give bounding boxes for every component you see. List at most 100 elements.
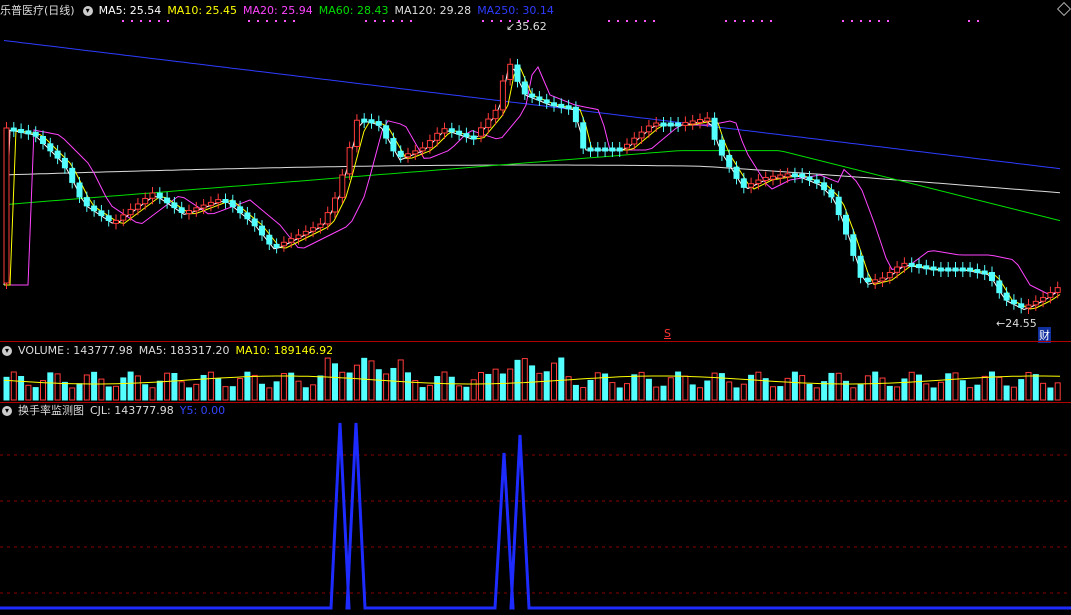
candle-body [1040, 297, 1047, 302]
ma-indicator: MA20: 25.94 [243, 4, 313, 17]
candle-body [587, 147, 594, 152]
candle-body [302, 230, 309, 236]
volume-bar [558, 357, 565, 401]
kline-pane[interactable]: 乐普医疗 (日线) ▾ MA5: 25.54 MA10: 25.45 MA20: 2… [0, 0, 1071, 343]
volume-bar [981, 375, 988, 401]
candle-body [317, 223, 324, 229]
volume-bar [324, 357, 331, 401]
low-price-label: ←24.55 [996, 317, 1037, 330]
candle-body [813, 179, 820, 184]
ma-indicator: MA120: 29.28 [394, 4, 472, 17]
candle-body [200, 204, 207, 209]
candle-body [244, 212, 251, 220]
candle-body [310, 227, 317, 232]
volume-bar [222, 386, 229, 401]
candle-body [762, 176, 769, 181]
candle-body [543, 99, 550, 104]
candle-body [405, 153, 411, 158]
candle-body [295, 234, 302, 239]
candle-body [959, 267, 966, 272]
volume-bar [397, 359, 404, 401]
candle-body [332, 197, 338, 213]
volume-bar [339, 371, 346, 401]
settings-circle-icon[interactable]: ▾ [82, 6, 93, 16]
turnover-signal-line [0, 422, 1071, 610]
candle-body [653, 122, 660, 127]
candle-body [353, 119, 360, 147]
volume-bar [69, 387, 76, 401]
candle-body [492, 109, 499, 120]
volume-bar [1003, 385, 1010, 401]
volume-bar [726, 381, 733, 401]
candle-body [69, 167, 76, 183]
settings-circle-icon[interactable]: ▾ [2, 406, 12, 416]
volume-bar [492, 368, 499, 401]
volume-bar [485, 373, 492, 401]
candle-body [981, 270, 988, 275]
candle-body [704, 117, 711, 122]
volume-bar [83, 374, 90, 401]
volume-bar [317, 375, 324, 401]
candle-body [1054, 287, 1061, 293]
top-dot-marker [626, 20, 628, 22]
ma-indicator: MA5: 25.54 [98, 4, 162, 17]
top-dot-marker [851, 20, 853, 22]
kline-chart[interactable] [0, 0, 1071, 342]
volume-bar [113, 385, 119, 401]
ma-line [3, 164, 1061, 194]
volume-bar [755, 371, 762, 401]
top-dot-marker [725, 20, 727, 22]
turnover-pane[interactable]: ▾ 换手率监测图 CJL: 143777.98 Y5: 0.00 [0, 403, 1071, 615]
volume-bar [967, 387, 974, 401]
candle-body [448, 128, 455, 133]
volume-bar [273, 381, 280, 401]
volume-bar [879, 377, 886, 401]
candle-body [799, 173, 806, 178]
volume-bar [594, 372, 601, 401]
volume-bar [536, 372, 543, 401]
candle-body [689, 120, 696, 125]
volume-bar [353, 364, 360, 401]
volume-bar [40, 380, 46, 401]
candle-body [251, 218, 258, 227]
volume-bar [697, 387, 703, 401]
candle-body [193, 207, 200, 212]
volume-pane[interactable]: ▾ VOLUME : 143777.98 MA5: 183317.20 MA10… [0, 342, 1071, 402]
candle-body [113, 219, 119, 224]
candle-body [105, 215, 112, 221]
volume-bar [923, 383, 930, 401]
top-dot-marker [383, 20, 385, 22]
volume-bar [419, 387, 426, 401]
candle-body [499, 80, 506, 111]
stock-name: 乐普医疗 [0, 4, 44, 17]
volume-bar [835, 372, 842, 401]
volume-bar [762, 378, 769, 401]
volume-bar [916, 374, 922, 401]
volume-bar [346, 372, 353, 401]
candle-body [835, 196, 842, 216]
volume-bar [616, 387, 623, 401]
volume-bar [645, 378, 652, 401]
volume-bar [54, 373, 61, 401]
candle-body [346, 147, 353, 175]
candle-body [426, 140, 433, 149]
turnover-title: 换手率监测图 [18, 404, 84, 417]
candle-body [10, 127, 17, 132]
volume-bar [288, 372, 295, 401]
volume-bar [171, 372, 178, 401]
volume-bar [142, 384, 149, 401]
volume-bar [426, 384, 433, 401]
volume-bar [229, 386, 236, 401]
turnover-chart[interactable] [0, 403, 1071, 615]
volume-bar [813, 387, 820, 401]
volume-bar [47, 372, 54, 401]
turnover-y5: Y5: 0.00 [179, 404, 226, 417]
volume-ma10: MA10: 189146.92 [235, 344, 334, 357]
settings-circle-icon[interactable]: ▾ [2, 346, 12, 356]
candle-body [83, 197, 90, 207]
volume-bar [390, 367, 397, 401]
volume-bar [521, 358, 528, 401]
volume-bar [821, 381, 828, 401]
signal-s-marker: S [664, 327, 671, 340]
volume-bar [682, 375, 689, 401]
